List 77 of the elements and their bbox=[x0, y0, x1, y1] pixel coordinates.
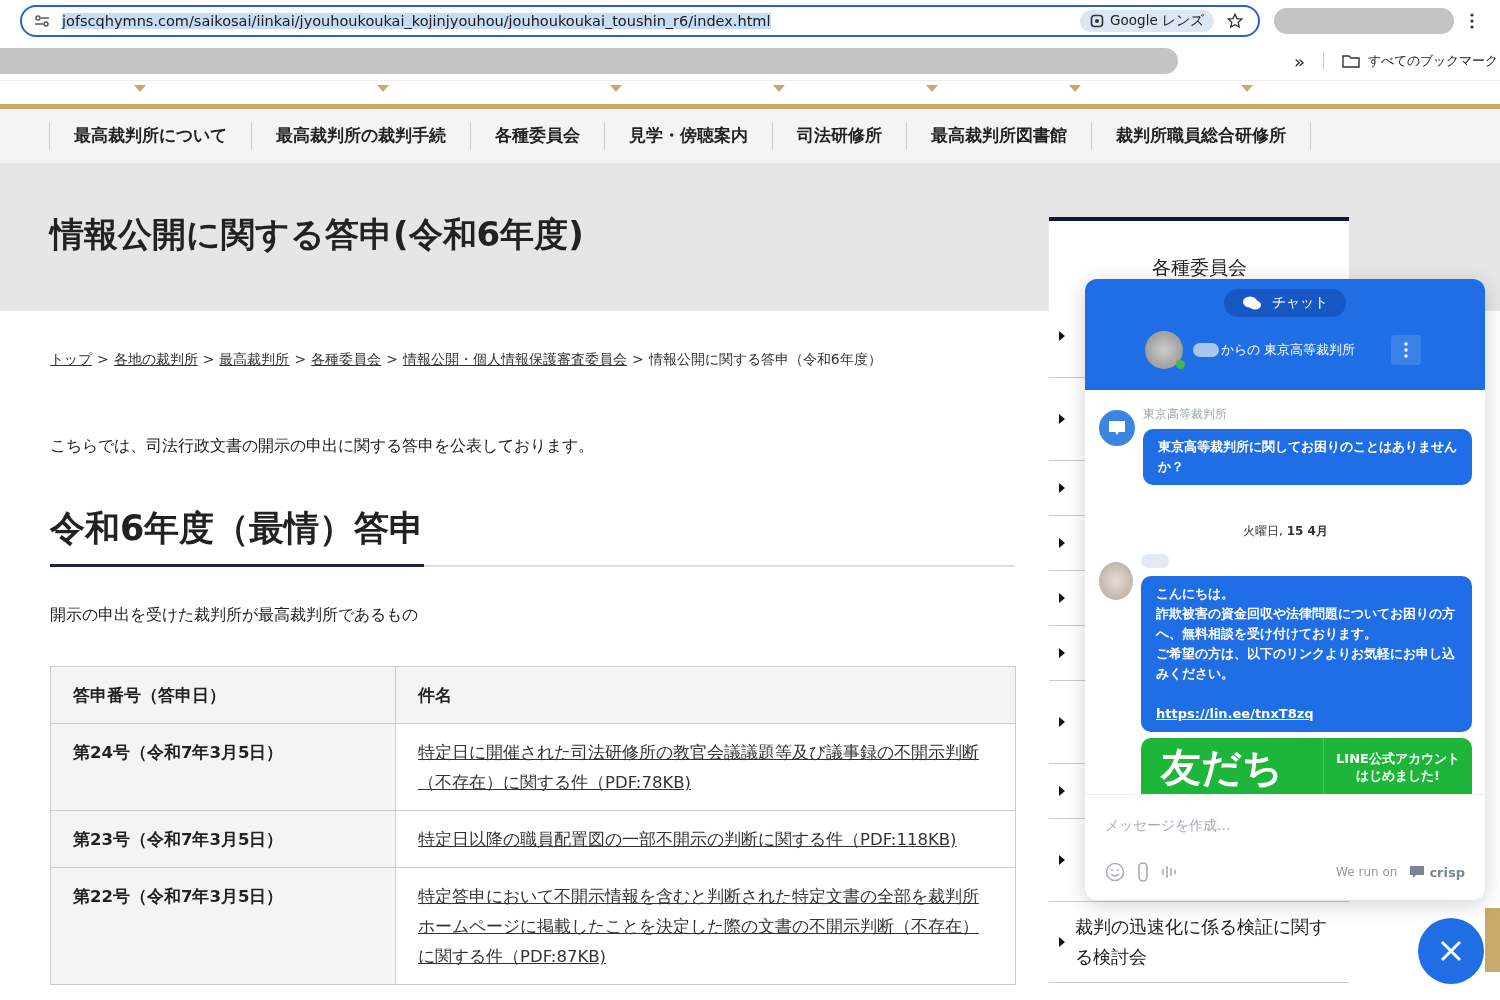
bookmarks-folder[interactable]: すべてのブックマーク bbox=[1342, 52, 1498, 70]
intro-text: こちらでは、司法行政文書の開示の申出に関する答申を公表しております。 bbox=[50, 436, 595, 457]
ornament-icon bbox=[1069, 85, 1081, 92]
more-button[interactable] bbox=[1391, 335, 1422, 365]
audio-icon[interactable] bbox=[1161, 864, 1179, 880]
table-cell: 第24号（令和7年3月5日） bbox=[50, 723, 396, 811]
breadcrumb-separator: > bbox=[97, 351, 109, 369]
branding-text: We run on bbox=[1336, 865, 1398, 879]
breadcrumb-link[interactable]: 最高裁判所 bbox=[219, 351, 290, 369]
emoji-icon[interactable] bbox=[1105, 862, 1125, 882]
message-bubble: 東京高等裁判所に関してお困りのことはありませんか？ bbox=[1143, 429, 1472, 485]
lens-icon bbox=[1090, 14, 1105, 28]
nav-link[interactable]: 見学・傍聴案内 bbox=[604, 122, 773, 150]
breadcrumb-link[interactable]: 各種委員会 bbox=[311, 351, 382, 369]
triangle-icon bbox=[1059, 855, 1065, 865]
more-icon bbox=[1404, 342, 1409, 358]
subsection-text: 開示の申出を受けた裁判所が最高裁判所であるもの bbox=[50, 605, 419, 626]
chat-icon bbox=[1242, 295, 1262, 311]
folder-icon bbox=[1342, 54, 1360, 68]
breadcrumb-link[interactable]: 各地の裁判所 bbox=[113, 351, 198, 369]
triangle-icon bbox=[1059, 648, 1065, 658]
nav-link[interactable]: 司法研修所 bbox=[772, 122, 907, 150]
breadcrumb-separator: > bbox=[294, 351, 307, 369]
triangle-icon bbox=[1059, 414, 1065, 424]
lens-button[interactable]: Google レンズ bbox=[1080, 10, 1214, 32]
close-icon bbox=[1439, 939, 1463, 963]
triangle-icon bbox=[1059, 593, 1065, 603]
star-icon[interactable] bbox=[1226, 12, 1244, 30]
ornament-icon bbox=[377, 85, 389, 92]
breadcrumb-current: 情報公開に関する答申（令和6年度） bbox=[648, 351, 882, 369]
ornament-icon bbox=[1241, 85, 1253, 92]
ornament-icon bbox=[926, 85, 938, 92]
chat-tab[interactable]: チャット bbox=[1224, 289, 1346, 317]
nav-link[interactable]: 最高裁判所の裁判手続 bbox=[251, 122, 471, 150]
url-text: jofscqhymns.com/saikosai/iinkai/jyouhoukoukai_kojinjyouhou/jouhoukoukai_toushin_r6/index.html bbox=[62, 13, 771, 29]
triangle-icon bbox=[1059, 937, 1065, 947]
tune-icon[interactable] bbox=[34, 15, 50, 27]
breadcrumb-separator: > bbox=[631, 351, 644, 369]
ornament-icon bbox=[134, 85, 146, 92]
sender-name: 東京高等裁判所 bbox=[1143, 406, 1228, 423]
column-header: 件名 bbox=[395, 666, 1016, 724]
chat-title: からの 東京高等裁判所 bbox=[1221, 341, 1356, 359]
nav-link[interactable]: 裁判所職員総合研修所 bbox=[1091, 122, 1311, 150]
table-cell: 第23号（令和7年3月5日） bbox=[50, 810, 396, 868]
overflow-button[interactable]: » bbox=[1294, 50, 1305, 72]
redacted-bar bbox=[1141, 554, 1169, 568]
breadcrumb-separator: > bbox=[202, 351, 215, 369]
breadcrumb-link[interactable]: 情報公開・個人情報保護審査委員会 bbox=[402, 351, 627, 369]
ornament-icon bbox=[610, 85, 622, 92]
crisp-logo-icon bbox=[1409, 865, 1426, 879]
nav-link[interactable]: 最高裁判所図書館 bbox=[906, 122, 1092, 150]
breadcrumb-separator: > bbox=[386, 351, 398, 369]
attachment-icon[interactable] bbox=[1137, 862, 1149, 882]
breadcrumb-link[interactable]: トップ bbox=[50, 351, 92, 369]
address-bar[interactable]: jofscqhymns.com/saikosai/iinkai/jyouhoukoukai_kojinjyouhou/jouhoukoukai_toushin_r6/index.html Google レンズ bbox=[20, 5, 1260, 37]
triangle-icon bbox=[1059, 538, 1065, 548]
ornament-icon bbox=[773, 85, 785, 92]
triangle-icon bbox=[1059, 331, 1065, 341]
nav-link[interactable]: 最高裁判所について bbox=[49, 122, 252, 150]
message-link[interactable]: https://lin.ee/tnxT8zq bbox=[1156, 704, 1457, 724]
section-heading: 令和6年度（最情）答申 bbox=[50, 505, 425, 567]
triangle-icon bbox=[1059, 786, 1065, 796]
page-title: 情報公開に関する答申(令和6年度) bbox=[50, 213, 584, 256]
triangle-icon bbox=[1059, 483, 1065, 493]
redacted-bar bbox=[1193, 343, 1219, 357]
more-icon[interactable] bbox=[1470, 13, 1474, 29]
nav-link[interactable]: 各種委員会 bbox=[470, 122, 605, 150]
avatar bbox=[1099, 562, 1133, 600]
triangle-icon bbox=[1059, 717, 1065, 727]
sidebar-title: 各種委員会 bbox=[1150, 255, 1248, 280]
column-header: 答申番号（答申日） bbox=[50, 666, 396, 724]
table-cell: 第22号（令和7年3月5日） bbox=[50, 867, 396, 985]
chat-bubble-icon bbox=[1099, 410, 1135, 446]
brand-name: crisp bbox=[1429, 864, 1465, 880]
date-label: 火曜日, 15 4月 bbox=[1242, 523, 1329, 540]
message-bubble: こんにちは。 詐欺被害の資金回収や法律問題についてお困りの方へ、無料相談を受け付けております。 ご希望の方は、以下のリンクよりお気軽にお申し込みください。 https://lin.ee/tnxT8zq bbox=[1141, 576, 1472, 732]
sidebar-link[interactable]: 裁判の迅速化に係る検証に関する検討会 bbox=[1075, 912, 1337, 972]
